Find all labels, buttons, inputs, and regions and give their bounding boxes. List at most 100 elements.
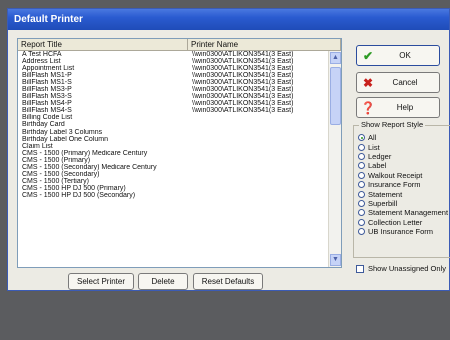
report-title-cell: Address List <box>22 58 61 66</box>
report-title-cell: CMS - 1500 HP DJ 500 (Primary) <box>22 184 126 192</box>
report-style-option[interactable]: Walkout Receipt <box>358 171 448 180</box>
report-style-option[interactable]: Ledger <box>358 152 448 161</box>
printer-name-cell <box>188 185 328 192</box>
report-style-option-label: All <box>368 133 377 143</box>
radio-button[interactable] <box>358 171 365 179</box>
printer-name-cell: \\win0300\ATLIKON3541(3 East) <box>192 100 294 108</box>
report-style-option-label: Statement Management <box>368 208 449 218</box>
list-row[interactable]: BillFlash MS3-S \\win0300\ATLIKON3541(3 E… <box>18 93 328 100</box>
report-style-option[interactable]: Collection Letter <box>358 218 448 227</box>
list-row[interactable]: Appointment List \\win0300\ATLIKON3541(3 … <box>18 65 328 72</box>
report-title-cell: BillFlash MS3-P <box>22 86 72 94</box>
printer-name-cell: \\win0300\ATLIKON3541(3 East) <box>192 93 294 101</box>
report-style-group-label: Show Report Style <box>359 120 426 129</box>
report-title-cell: BillFlash MS1-P <box>22 72 72 80</box>
report-style-option[interactable]: Statement Management <box>358 208 448 217</box>
list-row[interactable]: CMS - 1500 (Primary) Medicare Century <box>18 150 328 157</box>
list-row[interactable]: BillFlash MS3-P \\win0300\ATLIKON3541(3 E… <box>18 86 328 93</box>
list-row[interactable]: BillFlash MS4-P \\win0300\ATLIKON3541(3 E… <box>18 100 328 107</box>
report-style-option[interactable]: UB Insurance Form <box>358 227 448 236</box>
radio-button[interactable] <box>358 218 365 226</box>
list-row[interactable]: Birthday Card <box>18 121 328 128</box>
reset-defaults-button[interactable]: Reset Defaults <box>193 273 263 290</box>
radio-button[interactable] <box>358 228 365 236</box>
x-icon: ✖ <box>362 75 374 90</box>
list-row[interactable]: Billing Code List <box>18 114 328 121</box>
report-title-cell: CMS - 1500 (Secondary) <box>22 170 100 178</box>
radio-button[interactable] <box>358 143 365 151</box>
report-printer-list[interactable]: Report Title Printer Name A Test HCFA \\w… <box>17 38 342 268</box>
report-title-cell: CMS - 1500 (Primary) Medicare Century <box>22 149 148 157</box>
printer-name-cell: \\win0300\ATLIKON3541(3 East) <box>192 51 294 58</box>
ok-button[interactable]: ✔ OK <box>356 45 440 66</box>
list-row[interactable]: CMS - 1500 (Secondary) Medicare Century <box>18 164 328 171</box>
list-row[interactable]: Claim List <box>18 143 328 150</box>
list-row[interactable]: CMS - 1500 HP DJ 500 (Secondary) <box>18 192 328 199</box>
report-style-option-label: Superbill <box>368 198 398 208</box>
help-book-icon: ❓ <box>360 100 376 115</box>
radio-button[interactable] <box>358 209 365 217</box>
report-title-cell: BillFlash MS3-S <box>22 93 72 101</box>
delete-button[interactable]: Delete <box>138 273 188 290</box>
report-style-option[interactable]: Superbill <box>358 199 448 208</box>
list-row[interactable]: CMS - 1500 (Primary) <box>18 157 328 164</box>
scroll-down-arrow-icon[interactable]: ▼ <box>330 254 341 266</box>
report-style-option[interactable]: List <box>358 142 448 152</box>
list-rows: A Test HCFA \\win0300\ATLIKON3541(3 East)… <box>18 51 328 267</box>
report-title-cell: CMS - 1500 (Primary) <box>22 156 91 164</box>
list-row[interactable]: A Test HCFA \\win0300\ATLIKON3541(3 East) <box>18 51 328 58</box>
column-header-report-title[interactable]: Report Title <box>18 39 188 50</box>
report-style-option[interactable]: Statement <box>358 189 448 199</box>
column-header-printer-name[interactable]: Printer Name <box>188 39 341 50</box>
report-title-cell: BillFlash MS1-S <box>22 79 72 87</box>
radio-button[interactable] <box>358 134 365 142</box>
cancel-button[interactable]: ✖ Cancel <box>356 72 440 93</box>
list-row[interactable]: BillFlash MS1-P \\win0300\ATLIKON3541(3 E… <box>18 72 328 79</box>
scroll-thumb[interactable] <box>330 67 341 125</box>
report-title-cell: CMS - 1500 (Tertiary) <box>22 177 89 185</box>
printer-name-cell <box>188 129 328 136</box>
select-printer-button[interactable]: Select Printer <box>68 273 134 290</box>
list-row[interactable]: CMS - 1500 (Tertiary) <box>18 178 328 185</box>
list-row[interactable]: CMS - 1500 (Secondary) <box>18 171 328 178</box>
report-style-group: Show Report Style All List Ledger Label Walk… <box>353 120 450 258</box>
report-style-options: All List Ledger Label Walkout Receipt Insuran… <box>358 133 448 236</box>
show-unassigned-checkbox-row[interactable]: Show Unassigned Only <box>356 264 446 273</box>
list-row[interactable]: CMS - 1500 HP DJ 500 (Primary) <box>18 185 328 192</box>
list-scrollbar[interactable]: ▲ ▼ <box>328 51 341 267</box>
printer-name-cell <box>188 171 328 178</box>
radio-button[interactable] <box>358 181 365 189</box>
printer-name-cell: \\win0300\ATLIKON3541(3 East) <box>192 86 294 94</box>
radio-button[interactable] <box>358 152 365 160</box>
help-button[interactable]: ❓ Help <box>356 97 440 118</box>
report-style-option[interactable]: Insurance Form <box>358 180 448 189</box>
report-style-option-label: Statement <box>368 189 403 199</box>
report-title-cell: A Test HCFA <box>22 51 62 58</box>
list-row[interactable]: BillFlash MS1-S \\win0300\ATLIKON3541(3 E… <box>18 79 328 86</box>
window-title: Default Printer <box>8 9 449 30</box>
list-row[interactable]: BillFlash MS4-S \\win0300\ATLIKON3541(3 E… <box>18 107 328 114</box>
scroll-up-arrow-icon[interactable]: ▲ <box>330 52 341 64</box>
radio-button[interactable] <box>358 162 365 170</box>
show-unassigned-label: Show Unassigned Only <box>368 264 446 273</box>
report-title-cell: Birthday Label One Column <box>22 135 108 143</box>
show-unassigned-checkbox[interactable] <box>356 264 364 273</box>
radio-button[interactable] <box>358 190 365 198</box>
ok-button-label: OK <box>399 51 411 60</box>
list-row[interactable]: Birthday Label One Column <box>18 136 328 143</box>
list-header: Report Title Printer Name <box>18 39 341 51</box>
radio-button[interactable] <box>358 199 365 207</box>
report-style-option-label: Collection Letter <box>368 217 423 227</box>
printer-name-cell: \\win0300\ATLIKON3541(3 East) <box>192 58 294 66</box>
printer-name-cell <box>188 157 328 164</box>
list-row[interactable]: Address List \\win0300\ATLIKON3541(3 East… <box>18 58 328 65</box>
report-style-option-label: UB Insurance Form <box>368 227 434 237</box>
list-row[interactable]: Birthday Label 3 Columns <box>18 129 328 136</box>
report-style-option[interactable]: Label <box>358 161 448 170</box>
default-printer-window: Default Printer Report Title Printer Nam… <box>7 8 450 291</box>
report-style-option[interactable]: All <box>358 133 448 142</box>
report-style-option-label: Walkout Receipt <box>368 170 423 180</box>
printer-name-cell <box>188 150 328 157</box>
printer-name-cell <box>188 136 328 143</box>
printer-name-cell <box>188 114 328 121</box>
